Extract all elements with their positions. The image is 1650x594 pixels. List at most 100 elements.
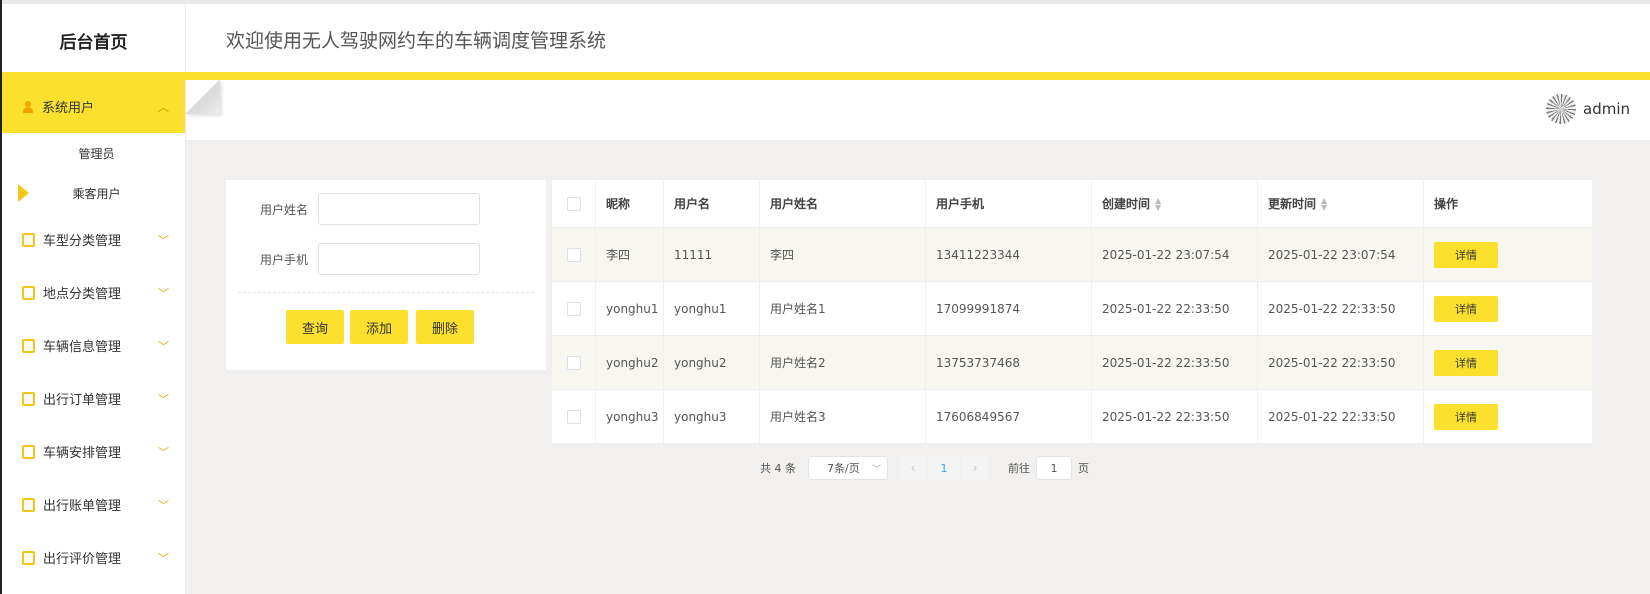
chevron-down-icon: ﹀ xyxy=(158,286,169,300)
cell-created: 2025-01-22 22:33:50 xyxy=(1092,390,1258,443)
cell-nickname: yonghu2 xyxy=(596,336,664,389)
cell-updated: 2025-01-22 22:33:50 xyxy=(1258,390,1424,443)
cell-created: 2025-01-22 23:07:54 xyxy=(1092,228,1258,281)
page-icon xyxy=(22,391,35,406)
cell-phone: 13753737468 xyxy=(926,336,1092,389)
sidebar-item-orders[interactable]: 出行订单管理 ﹀ xyxy=(2,372,185,425)
sidebar-item-label: 车型分类管理 xyxy=(43,234,122,249)
cell-username: 11111 xyxy=(664,228,760,281)
cell-nickname: yonghu1 xyxy=(596,282,664,335)
select-all-checkbox[interactable] xyxy=(566,196,581,211)
cell-updated: 2025-01-22 23:07:54 xyxy=(1258,228,1424,281)
cell-actions: 详情 xyxy=(1424,336,1592,389)
detail-button[interactable]: 详情 xyxy=(1434,349,1498,376)
name-search-input[interactable] xyxy=(318,193,480,225)
table-row: yonghu2 yonghu2 用户姓名2 13753737468 2025-0… xyxy=(552,336,1592,390)
sidebar-subitem-admins[interactable]: 管理员 xyxy=(2,133,185,173)
phone-field-label: 用户手机 xyxy=(259,252,308,267)
select-all-cell xyxy=(552,180,596,227)
sort-icon[interactable]: ▲ ▼ xyxy=(1321,196,1327,211)
table-header: 昵称 用户名 用户姓名 用户手机 创建时间 ▲ ▼ 更新时间 ▲ ▼ 操作 xyxy=(552,180,1592,228)
prev-page-button[interactable]: ‹ xyxy=(900,456,926,480)
chevron-down-icon: ﹀ xyxy=(158,498,169,512)
page-icon xyxy=(22,338,35,353)
name-field-row: 用户姓名 xyxy=(226,192,546,226)
page-icon xyxy=(22,550,35,565)
column-header: 用户名 xyxy=(664,180,760,227)
chevron-down-icon: ﹀ xyxy=(158,445,169,459)
column-header-created[interactable]: 创建时间 ▲ ▼ xyxy=(1092,180,1258,227)
page-number-current[interactable]: 1 xyxy=(928,456,960,480)
column-header: 昵称 xyxy=(596,180,664,227)
sidebar-item-label: 出行订单管理 xyxy=(43,393,122,408)
cell-realname: 用户姓名3 xyxy=(760,390,926,443)
row-checkbox[interactable] xyxy=(566,301,581,316)
avatar[interactable] xyxy=(1546,94,1576,124)
sidebar-item-label: 出行账单管理 xyxy=(43,499,122,514)
sidebar-item-label: 地点分类管理 xyxy=(43,287,122,302)
row-select-cell xyxy=(552,282,596,335)
cell-updated: 2025-01-22 22:33:50 xyxy=(1258,336,1424,389)
row-checkbox[interactable] xyxy=(566,409,581,424)
phone-field-row: 用户手机 xyxy=(226,242,546,276)
page-icon xyxy=(22,497,35,512)
cell-phone: 13411223344 xyxy=(926,228,1092,281)
name-field-label: 用户姓名 xyxy=(259,202,308,217)
column-header-label: 更新时间 xyxy=(1268,197,1317,211)
table-row: yonghu1 yonghu1 用户姓名1 17099991874 2025-0… xyxy=(552,282,1592,336)
tag-bar xyxy=(186,80,1650,140)
collapse-toggle-icon[interactable] xyxy=(186,80,220,114)
cell-actions: 详情 xyxy=(1424,390,1592,443)
cell-phone: 17099991874 xyxy=(926,282,1092,335)
chevron-down-icon: ﹀ xyxy=(158,392,169,406)
sidebar-item-reviews[interactable]: 出行评价管理 ﹀ xyxy=(2,531,185,584)
detail-button[interactable]: 详情 xyxy=(1434,403,1498,430)
cell-username: yonghu3 xyxy=(664,390,760,443)
cell-created: 2025-01-22 22:33:50 xyxy=(1092,336,1258,389)
pagination-total: 共 4 条 xyxy=(760,462,796,475)
goto-suffix: 页 xyxy=(1078,462,1089,475)
phone-search-input[interactable] xyxy=(318,243,480,275)
page-icon xyxy=(22,444,35,459)
sidebar-item-vehicles[interactable]: 车辆信息管理 ﹀ xyxy=(2,319,185,372)
sort-icon[interactable]: ▲ ▼ xyxy=(1155,196,1161,211)
column-header-label: 创建时间 xyxy=(1102,197,1151,211)
detail-button[interactable]: 详情 xyxy=(1434,241,1498,268)
cell-actions: 详情 xyxy=(1424,282,1592,335)
column-header-updated[interactable]: 更新时间 ▲ ▼ xyxy=(1258,180,1424,227)
column-header: 用户姓名 xyxy=(760,180,926,227)
current-indicator-icon xyxy=(18,184,29,202)
page-size-select[interactable]: 7条/页 ﹀ xyxy=(808,456,888,480)
sidebar-subitem-passengers[interactable]: 乘客用户 xyxy=(2,173,185,213)
home-logo-link[interactable]: 后台首页 xyxy=(2,4,186,76)
sidebar-item-label: 车辆安排管理 xyxy=(43,446,122,461)
delete-button[interactable]: 删除 xyxy=(416,310,474,344)
chevron-up-icon: ︿ xyxy=(158,100,169,114)
column-header: 用户手机 xyxy=(926,180,1092,227)
row-checkbox[interactable] xyxy=(566,247,581,262)
row-checkbox[interactable] xyxy=(566,355,581,370)
row-select-cell xyxy=(552,390,596,443)
page-icon xyxy=(22,232,35,247)
cell-created: 2025-01-22 22:33:50 xyxy=(1092,282,1258,335)
header-accent-bar xyxy=(2,72,1650,80)
detail-button[interactable]: 详情 xyxy=(1434,295,1498,322)
sidebar-item-bills[interactable]: 出行账单管理 ﹀ xyxy=(2,478,185,531)
cell-realname: 李四 xyxy=(760,228,926,281)
column-header: 操作 xyxy=(1434,197,1459,211)
cell-username: yonghu2 xyxy=(664,336,760,389)
sidebar-item-vehicle-types[interactable]: 车型分类管理 ﹀ xyxy=(2,213,185,266)
next-page-button[interactable]: › xyxy=(962,456,988,480)
sidebar-item-locations[interactable]: 地点分类管理 ﹀ xyxy=(2,266,185,319)
page-icon xyxy=(22,285,35,300)
cell-nickname: 李四 xyxy=(596,228,664,281)
sidebar-item-scheduling[interactable]: 车辆安排管理 ﹀ xyxy=(2,425,185,478)
add-button[interactable]: 添加 xyxy=(350,310,408,344)
goto-page-input[interactable]: 1 xyxy=(1036,456,1072,480)
sidebar: 系统用户 ︿ 管理员 乘客用户 车型分类管理 ﹀ 地点分类管理 ﹀ 车辆信息管理… xyxy=(2,80,186,594)
query-button[interactable]: 查询 xyxy=(286,310,344,344)
chevron-down-icon: ﹀ xyxy=(158,233,169,247)
sidebar-item-system-users[interactable]: 系统用户 ︿ xyxy=(2,80,185,133)
sidebar-subitem-label: 乘客用户 xyxy=(72,186,121,201)
admin-username[interactable]: admin xyxy=(1583,100,1630,118)
